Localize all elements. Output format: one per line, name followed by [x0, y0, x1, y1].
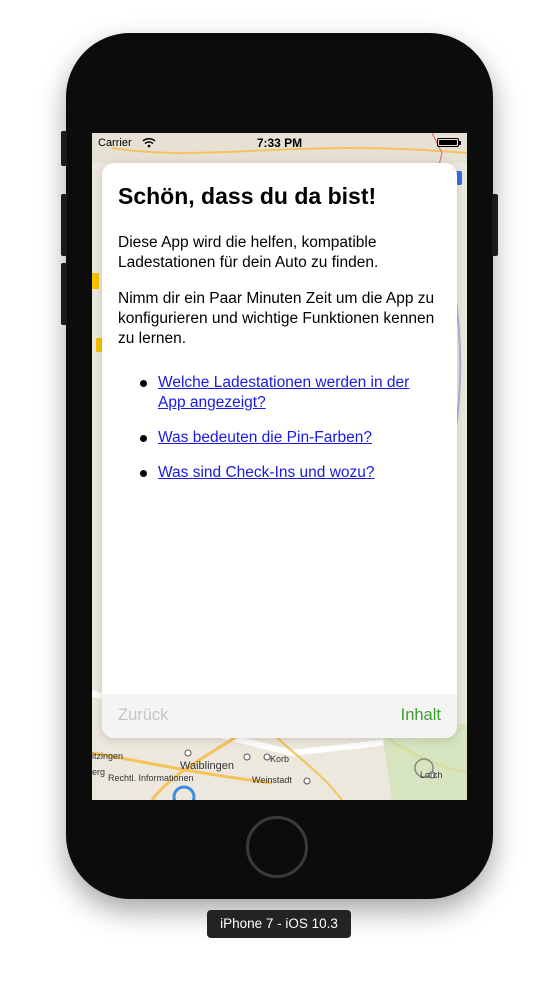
home-button[interactable]	[246, 816, 308, 878]
mute-switch	[61, 131, 67, 166]
power-button	[492, 194, 498, 256]
map-label-legal[interactable]: Rechtl. Informationen	[108, 773, 194, 783]
list-item: Was bedeuten die Pin-Farben?	[118, 428, 438, 448]
back-button[interactable]: Zurück	[118, 706, 168, 725]
list-item: Was sind Check-Ins und wozu?	[118, 463, 438, 483]
volume-up-button	[61, 194, 67, 256]
device-label: iPhone 7 - iOS 10.3	[207, 910, 351, 938]
faq-link-list: Welche Ladestationen werden in der App a…	[118, 373, 438, 498]
screen: Waiblingen Korb Weinstadt Rechtl. Inform…	[92, 133, 467, 800]
content-button[interactable]: Inhalt	[401, 706, 441, 725]
map-label-lorch: Lorch	[420, 770, 443, 780]
status-bar: Carrier 7:33 PM	[92, 133, 467, 153]
map-label-korb: Korb	[270, 754, 289, 764]
battery-icon	[437, 138, 461, 147]
setup-paragraph: Nimm dir ein Paar Minuten Zeit um die Ap…	[118, 290, 435, 347]
volume-down-button	[61, 263, 67, 325]
link-pin-colors[interactable]: Was bedeuten die Pin-Farben?	[158, 429, 372, 446]
dialog-footer: Zurück Inhalt	[102, 694, 457, 738]
dialog-title: Schön, dass du da bist!	[118, 183, 377, 209]
map-label-erg: erg	[92, 767, 105, 777]
map-label-itzingen: itzingen	[92, 751, 123, 761]
link-charging-stations[interactable]: Welche Ladestationen werden in der App a…	[158, 374, 409, 411]
welcome-dialog: Schön, dass du da bist! Diese App wird d…	[102, 163, 457, 738]
status-time: 7:33 PM	[256, 136, 303, 150]
map-label-waiblingen: Waiblingen	[180, 760, 234, 772]
intro-paragraph: Diese App wird die helfen, kompatible La…	[118, 234, 379, 271]
map-label-weinstadt: Weinstadt	[252, 775, 292, 785]
list-item: Welche Ladestationen werden in der App a…	[118, 373, 438, 413]
link-check-ins[interactable]: Was sind Check-Ins und wozu?	[158, 464, 375, 481]
